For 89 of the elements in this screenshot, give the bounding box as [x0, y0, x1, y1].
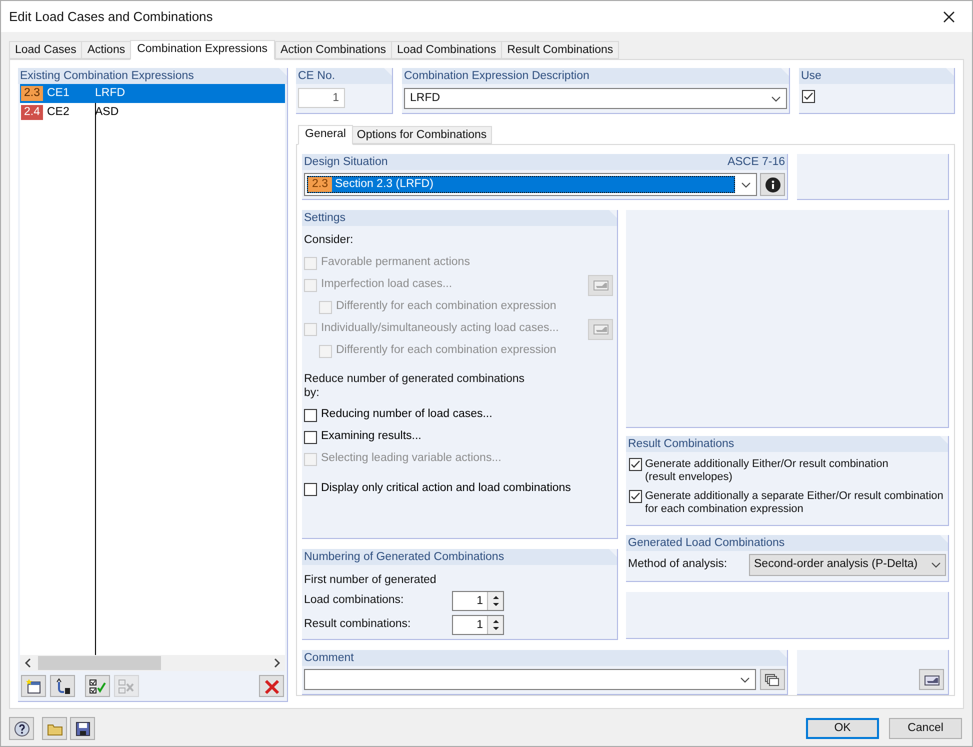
checkbox[interactable]: [629, 490, 642, 503]
checkbox-label: Reducing number of load cases...: [321, 407, 492, 422]
window-title: Edit Load Cases and Combinations: [9, 8, 213, 26]
group-title: Design Situation: [304, 155, 388, 170]
tab[interactable]: Load Cases: [9, 41, 82, 59]
selected-value: Section 2.3 (LRFD): [334, 176, 434, 192]
checkbox[interactable]: [304, 482, 317, 496]
tab[interactable]: Load Combinations: [390, 41, 502, 59]
field-label: Load combinations:: [304, 593, 404, 608]
delete-button[interactable]: [259, 675, 284, 697]
checkboxes-check-icon: [89, 678, 106, 694]
checkbox-label: Examining results...: [321, 429, 422, 444]
checkbox-label: Differently for each combination expression: [336, 343, 556, 358]
code-badge: 2.4: [21, 105, 43, 120]
checkbox[interactable]: [304, 430, 317, 444]
comment-library-button[interactable]: [760, 669, 785, 690]
field-label: Result combinations:: [304, 617, 411, 632]
field-label: Method of analysis:: [628, 557, 728, 572]
group-title: Numbering of Generated Combinations: [304, 551, 504, 563]
close-icon: [943, 10, 955, 22]
info-icon: [764, 176, 780, 192]
chevron-down-icon: [741, 182, 751, 188]
comment-dropdown[interactable]: [304, 669, 756, 690]
arrow-curve-icon: [54, 678, 71, 694]
checkbox-label: Display only critical action and load combinations: [321, 481, 571, 496]
code-badge: 2.3: [308, 177, 332, 192]
dialog-button[interactable]: OK: [806, 718, 879, 739]
section-label: Consider:: [304, 233, 354, 248]
section-label: First number of generated: [304, 573, 436, 587]
group-title: Comment: [304, 652, 354, 664]
list-row[interactable]: 2.3 CE1 LRFD: [20, 84, 285, 103]
checkbox-label: Favorable permanent actions: [321, 255, 470, 270]
list-cell-text: ASD: [94, 104, 119, 120]
x-icon: [263, 678, 280, 694]
folder-icon: [46, 722, 62, 736]
design-situation-dropdown[interactable]: 2.3 Section 2.3 (LRFD): [304, 173, 757, 196]
group-title: CE No.: [298, 70, 336, 82]
checkbox-label: Selecting leading variable actions...: [321, 451, 502, 466]
list-row[interactable]: 2.4 CE2 ASD: [20, 103, 285, 122]
hand-button[interactable]: [919, 669, 944, 690]
checkbox[interactable]: [802, 90, 815, 103]
list-cell-text: LRFD: [94, 86, 126, 101]
code-badge: 2.3: [21, 86, 43, 101]
group-title: Use: [801, 70, 822, 82]
checkbox-label: Imperfection load cases...: [321, 277, 452, 292]
ce-number-field: 1: [298, 88, 345, 108]
tab[interactable]: Options for Combinations: [352, 126, 492, 144]
scrollbar-thumb[interactable]: [38, 656, 161, 670]
help-icon: [14, 720, 30, 736]
spin-field[interactable]: 1: [452, 591, 504, 611]
tab[interactable]: Actions: [81, 41, 130, 59]
info-button[interactable]: [760, 173, 785, 196]
chevron-down-icon: [740, 676, 750, 682]
list-cell-text: CE1: [46, 86, 70, 101]
select-all-button[interactable]: [85, 675, 110, 697]
group-title: Result Combinations: [628, 438, 734, 450]
spin-arrows-icon[interactable]: [492, 594, 500, 608]
new-window-icon: [25, 678, 42, 694]
description-dropdown[interactable]: LRFD: [404, 88, 787, 109]
section-label: Reduce number of generated combinations by:: [304, 372, 525, 400]
group-title: Settings: [304, 212, 346, 224]
group-title: Combination Expression Description: [404, 70, 590, 82]
spin-arrows-icon[interactable]: [492, 618, 500, 632]
dialog-button[interactable]: Cancel: [889, 718, 962, 739]
checkbox-label: Individually/simultaneously acting load cases...: [321, 321, 559, 336]
tab[interactable]: Combination Expressions: [130, 40, 274, 60]
checkbox[interactable]: [629, 458, 642, 471]
new-button[interactable]: [21, 675, 46, 697]
method-dropdown[interactable]: Second-order analysis (P-Delta): [749, 554, 946, 576]
tab[interactable]: Result Combinations: [501, 41, 620, 59]
group-title: Existing Combination Expressions: [20, 70, 194, 82]
checkboxes-cross-icon: [118, 678, 135, 694]
chevron-down-icon: [931, 562, 941, 568]
standard-label: ASCE 7-16: [727, 155, 785, 170]
checkbox-label: Differently for each combination expression: [336, 299, 556, 314]
help-button[interactable]: [9, 717, 34, 740]
list-cell-text: CE2: [46, 104, 70, 120]
spin-field[interactable]: 1: [452, 615, 504, 635]
rename-button[interactable]: [50, 675, 75, 697]
save-button[interactable]: [70, 717, 95, 740]
checkbox-label: Generate additionally a separate Either/Or result combination for each combination expression: [645, 490, 944, 516]
group-title: Generated Load Combinations: [628, 537, 785, 549]
windows-icon: [765, 674, 780, 686]
horizontal-scrollbar[interactable]: [20, 655, 285, 671]
checkbox-label: Generate additionally Either/Or result combination (result envelopes): [645, 458, 888, 484]
tab[interactable]: Action Combinations: [274, 41, 391, 59]
tab[interactable]: General: [298, 125, 353, 145]
checkbox[interactable]: [304, 408, 317, 422]
chevron-down-icon: [771, 96, 781, 102]
